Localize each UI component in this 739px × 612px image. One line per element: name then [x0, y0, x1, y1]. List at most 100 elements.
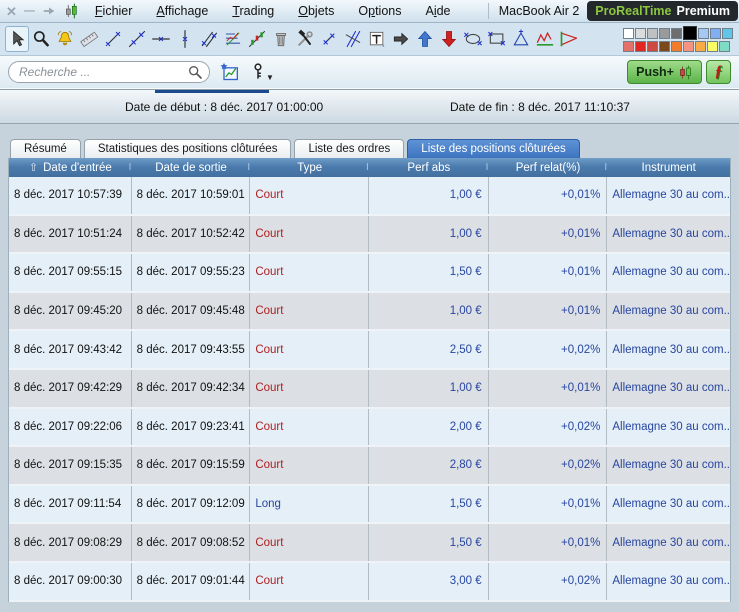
text-tool-icon[interactable] [365, 26, 389, 52]
column-header-perf_abs[interactable]: Perf abs [366, 158, 489, 177]
table-row[interactable]: 8 déc. 2017 10:57:39 8 déc. 2017 10:59:01… [9, 177, 730, 216]
table-row[interactable]: 8 déc. 2017 09:42:29 8 déc. 2017 09:42:34… [9, 369, 730, 409]
column-header-perf_rel[interactable]: Perf relat(%) [486, 158, 608, 177]
rectangle-tool-icon[interactable] [485, 26, 509, 52]
color-swatch[interactable] [707, 41, 718, 52]
fibonacci-levels-tool-icon[interactable] [221, 26, 245, 52]
up-arrow-tool-icon[interactable] [413, 26, 437, 52]
minimize-icon[interactable]: — [24, 5, 35, 17]
new-chart-icon[interactable] [219, 62, 239, 82]
alert-bell-icon[interactable] [53, 26, 77, 52]
short-segment-tool-icon[interactable] [317, 26, 341, 52]
menu-objets[interactable]: Objets [298, 4, 334, 18]
close-icon[interactable]: ✕ [6, 5, 17, 18]
segment-tool-icon[interactable] [101, 26, 125, 52]
color-swatch[interactable] [635, 27, 646, 39]
menu-aide[interactable]: Aide [425, 4, 450, 18]
color-swatch[interactable] [659, 41, 670, 52]
color-swatch[interactable] [647, 41, 658, 52]
tab-statistiques-des-positions-cl-tur-es[interactable]: Statistiques des positions clôturées [83, 139, 292, 158]
color-swatch[interactable] [683, 26, 697, 40]
candlestick-app-icon [63, 3, 79, 19]
color-swatch[interactable] [623, 41, 634, 52]
column-header-entry[interactable]: ⇧ Date d'entrée [9, 158, 132, 177]
zigzag-pattern-tool-icon[interactable] [533, 26, 557, 52]
cell-type: Court [250, 447, 369, 484]
quick-order-button[interactable]: ƒ [706, 60, 731, 84]
color-swatch[interactable] [659, 27, 670, 39]
cell-instrument: Allemagne 30 au com... [607, 562, 730, 600]
parallel-lines-tool-icon[interactable] [197, 26, 221, 52]
cell-entry: 8 déc. 2017 09:00:30 [9, 562, 132, 600]
triangle-tool-icon[interactable] [509, 26, 533, 52]
color-swatch[interactable] [695, 41, 706, 52]
tab-liste-des-ordres[interactable]: Liste des ordres [294, 139, 405, 158]
menu-fichier[interactable]: Fichier [95, 4, 133, 18]
table-row[interactable]: 8 déc. 2017 09:22:06 8 déc. 2017 09:23:41… [9, 408, 730, 448]
column-label: Type [297, 161, 323, 174]
tab-r-sum-[interactable]: Résumé [10, 139, 81, 158]
zoom-tool-icon[interactable] [29, 26, 53, 52]
menu-trading[interactable]: Trading [232, 4, 274, 18]
color-swatch[interactable] [698, 27, 709, 39]
table-row[interactable]: 8 déc. 2017 10:51:24 8 déc. 2017 10:52:42… [9, 215, 730, 255]
push-button[interactable]: Push+ [627, 60, 702, 84]
cell-exit: 8 déc. 2017 10:52:42 [131, 215, 251, 253]
delete-objects-tool-icon[interactable] [269, 26, 293, 52]
object-tools-icon[interactable] [293, 26, 317, 52]
ellipse-tool-icon[interactable] [461, 26, 485, 52]
table-row[interactable]: 8 déc. 2017 09:43:42 8 déc. 2017 09:43:55… [9, 331, 730, 370]
date-end-value: 8 déc. 2017 11:10:37 [518, 100, 630, 114]
pointer-tool-icon[interactable] [5, 26, 29, 52]
column-header-exit[interactable]: Date de sortie [129, 158, 251, 177]
pennant-pattern-tool-icon[interactable] [557, 26, 581, 52]
cell-instrument: Allemagne 30 au com... [607, 369, 730, 407]
down-arrow-tool-icon[interactable] [437, 26, 461, 52]
color-swatch[interactable] [671, 41, 682, 52]
color-swatch[interactable] [683, 41, 694, 52]
table-row[interactable]: 8 déc. 2017 09:11:54 8 déc. 2017 09:12:09… [9, 485, 730, 525]
forward-arrow-tool-icon[interactable] [389, 26, 413, 52]
cell-perf_rel: +0,01% [488, 369, 608, 407]
table-row[interactable]: 8 déc. 2017 09:55:15 8 déc. 2017 09:55:23… [9, 254, 730, 293]
horizontal-line-tool-icon[interactable] [149, 26, 173, 52]
cell-instrument: Allemagne 30 au com... [607, 447, 730, 484]
color-swatch[interactable] [710, 27, 721, 39]
cell-instrument: Allemagne 30 au com... [607, 524, 730, 561]
color-swatch[interactable] [722, 27, 733, 39]
cell-type: Court [250, 331, 369, 368]
line-tool-icon[interactable] [125, 26, 149, 52]
cell-perf_abs: 1,00 € [369, 292, 489, 330]
table-row[interactable]: 8 déc. 2017 09:08:29 8 déc. 2017 09:08:52… [9, 524, 730, 563]
cell-perf_rel: +0,01% [488, 292, 608, 330]
color-swatch[interactable] [719, 41, 730, 52]
color-swatch[interactable] [671, 27, 682, 39]
cell-perf_rel: +0,01% [488, 177, 608, 214]
pitchfork-tool-icon[interactable] [341, 26, 365, 52]
cell-exit: 8 déc. 2017 09:12:09 [131, 485, 251, 523]
cell-perf_rel: +0,01% [488, 524, 608, 561]
pin-icon[interactable] [42, 4, 56, 18]
search-input[interactable] [8, 61, 210, 83]
key-icon[interactable]: ▼ [248, 62, 274, 82]
cell-perf_abs: 2,80 € [369, 447, 489, 484]
color-swatch[interactable] [647, 27, 658, 39]
table-row[interactable]: 8 déc. 2017 09:45:20 8 déc. 2017 09:45:48… [9, 292, 730, 332]
regression-channel-tool-icon[interactable] [245, 26, 269, 52]
table-row[interactable]: 8 déc. 2017 09:00:30 8 déc. 2017 09:01:44… [9, 562, 730, 602]
cell-entry: 8 déc. 2017 09:55:15 [9, 254, 132, 291]
column-header-type[interactable]: Type [247, 158, 369, 177]
color-swatch[interactable] [623, 27, 634, 39]
table-row[interactable]: 8 déc. 2017 09:15:35 8 déc. 2017 09:15:59… [9, 447, 730, 486]
tab-liste-des-positions-cl-tur-es[interactable]: Liste des positions clôturées [407, 139, 580, 158]
column-header-instrument[interactable]: Instrument [604, 158, 730, 177]
menu-options[interactable]: Options [358, 4, 401, 18]
menu-affichage[interactable]: Affichage [156, 4, 208, 18]
color-swatch[interactable] [635, 41, 646, 52]
cell-type: Court [250, 562, 369, 600]
ruler-tool-icon[interactable] [77, 26, 101, 52]
cell-instrument: Allemagne 30 au com... [607, 485, 730, 523]
positions-table: ⇧ Date d'entrée Date de sortie Type Perf abs… [8, 158, 731, 602]
push-button-label: Push+ [636, 65, 674, 79]
vertical-line-tool-icon[interactable] [173, 26, 197, 52]
